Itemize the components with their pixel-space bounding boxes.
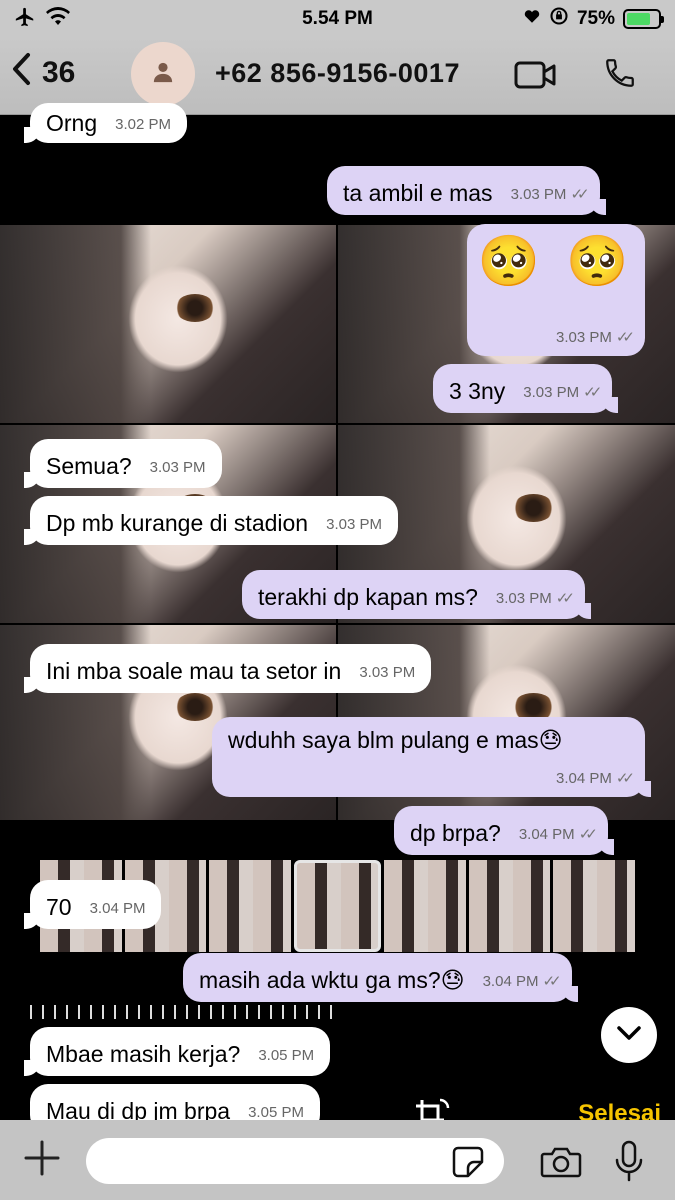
message-bubble[interactable]: 🥺 🥺 3.03 PM ✓✓ bbox=[467, 224, 645, 356]
message-text: ta ambil e mas bbox=[343, 180, 493, 206]
message-text: Semua? bbox=[46, 453, 132, 479]
message-bubble[interactable]: Semua? 3.03 PM bbox=[24, 439, 222, 488]
chevron-down-icon bbox=[616, 1025, 642, 1046]
editor-dial[interactable] bbox=[30, 1005, 340, 1019]
read-ticks-icon: ✓✓ bbox=[542, 973, 561, 990]
message-emoji: 🥺 🥺 bbox=[477, 233, 635, 289]
message-text: 70 bbox=[46, 894, 72, 920]
camera-icon[interactable] bbox=[540, 1146, 582, 1183]
message-text: Orng bbox=[46, 110, 98, 136]
read-ticks-icon: ✓✓ bbox=[615, 770, 635, 787]
message-bubble[interactable]: Mbae masih kerja? 3.05 PM bbox=[23, 1027, 331, 1076]
message-time: 3.03 PM bbox=[149, 459, 206, 476]
read-ticks-icon: ✓✓ bbox=[570, 186, 589, 203]
message-text: masih ada wktu ga ms?😓 bbox=[199, 967, 465, 993]
message-text: 3 3ny bbox=[449, 378, 506, 404]
phone-icon[interactable] bbox=[603, 56, 637, 95]
message-bubble[interactable]: 70 3.04 PM bbox=[23, 880, 162, 929]
avatar[interactable] bbox=[131, 42, 195, 106]
message-time: 3.05 PM bbox=[258, 1047, 315, 1064]
read-ticks-icon: ✓✓ bbox=[555, 590, 575, 607]
back-button[interactable]: 36 bbox=[10, 52, 75, 94]
input-bar bbox=[0, 1120, 675, 1200]
message-time: 3.04 PM bbox=[482, 972, 539, 990]
scroll-to-bottom-button[interactable] bbox=[601, 1007, 657, 1063]
message-bubble[interactable]: Ini mba soale mau ta setor in 3.03 PM bbox=[23, 644, 432, 693]
message-bubble[interactable]: terakhi dp kapan ms? 3.03 PM ✓✓ bbox=[242, 570, 591, 619]
message-bubble[interactable]: 3 3ny 3.03 PM ✓✓ bbox=[433, 364, 619, 413]
rotation-lock-icon bbox=[549, 6, 569, 32]
message-text: terakhi dp kapan ms? bbox=[258, 584, 478, 610]
message-input[interactable] bbox=[86, 1138, 504, 1184]
back-chevron-icon bbox=[10, 52, 32, 94]
message-time: 3.03 PM bbox=[555, 328, 612, 346]
microphone-icon[interactable] bbox=[614, 1140, 644, 1187]
sticker-icon[interactable] bbox=[452, 1146, 486, 1183]
message-bubble[interactable]: Orng 3.02 PM bbox=[23, 103, 188, 143]
filmstrip-thumb[interactable] bbox=[384, 860, 466, 952]
message-text: Dp mb kurange di stadion bbox=[46, 510, 309, 536]
heart-icon bbox=[523, 7, 541, 31]
background-photo bbox=[0, 225, 336, 423]
plus-icon[interactable] bbox=[22, 1136, 62, 1185]
message-time: 3.03 PM bbox=[495, 589, 552, 607]
unread-count: 36 bbox=[42, 56, 76, 89]
filmstrip-thumb[interactable] bbox=[468, 860, 551, 952]
message-text: dp brpa? bbox=[410, 820, 501, 846]
contact-name[interactable]: +62 856-9156-0017 bbox=[215, 58, 460, 89]
message-time: 3.03 PM bbox=[359, 664, 416, 681]
crop-rotate-icon[interactable] bbox=[414, 1098, 454, 1120]
message-bubble[interactable]: wduhh saya blm pulang e mas😓 3.04 PM ✓✓ bbox=[212, 717, 651, 797]
message-bubble[interactable]: dp brpa? 3.04 PM ✓✓ bbox=[394, 806, 614, 855]
person-icon bbox=[152, 61, 174, 88]
message-text: wduhh saya blm pulang e mas😓 bbox=[228, 727, 563, 753]
done-button[interactable]: Selesai bbox=[578, 1100, 661, 1120]
message-bubble[interactable]: ta ambil e mas 3.03 PM ✓✓ bbox=[327, 166, 606, 215]
message-time: 3.02 PM bbox=[115, 116, 172, 133]
battery-icon bbox=[623, 9, 664, 29]
filmstrip-thumb[interactable] bbox=[553, 860, 636, 952]
read-ticks-icon: ✓✓ bbox=[578, 826, 598, 843]
filmstrip-thumb-selected[interactable] bbox=[293, 860, 382, 952]
message-time: 3.04 PM bbox=[518, 825, 575, 843]
message-bubble[interactable]: masih ada wktu ga ms?😓 3.04 PM ✓✓ bbox=[183, 953, 578, 1002]
status-bar: 5.54 PM 75% bbox=[0, 0, 675, 38]
read-ticks-icon: ✓✓ bbox=[615, 329, 635, 346]
filmstrip-thumb[interactable] bbox=[209, 860, 291, 952]
message-time: 3.03 PM bbox=[510, 185, 567, 203]
read-ticks-icon: ✓✓ bbox=[583, 384, 602, 401]
message-time: 3.03 PM bbox=[523, 383, 580, 401]
message-time: 3.05 PM bbox=[248, 1104, 304, 1121]
battery-percent: 75% bbox=[576, 8, 615, 29]
message-time: 3.03 PM bbox=[326, 516, 382, 533]
message-text: Mbae masih kerja? bbox=[46, 1041, 241, 1067]
message-time: 3.04 PM bbox=[555, 769, 612, 787]
video-call-icon[interactable] bbox=[514, 60, 556, 95]
message-bubble[interactable]: Dp mb kurange di stadion 3.03 PM bbox=[24, 496, 398, 545]
message-text: Ini mba soale mau ta setor in bbox=[46, 658, 342, 684]
message-time: 3.04 PM bbox=[89, 900, 146, 917]
